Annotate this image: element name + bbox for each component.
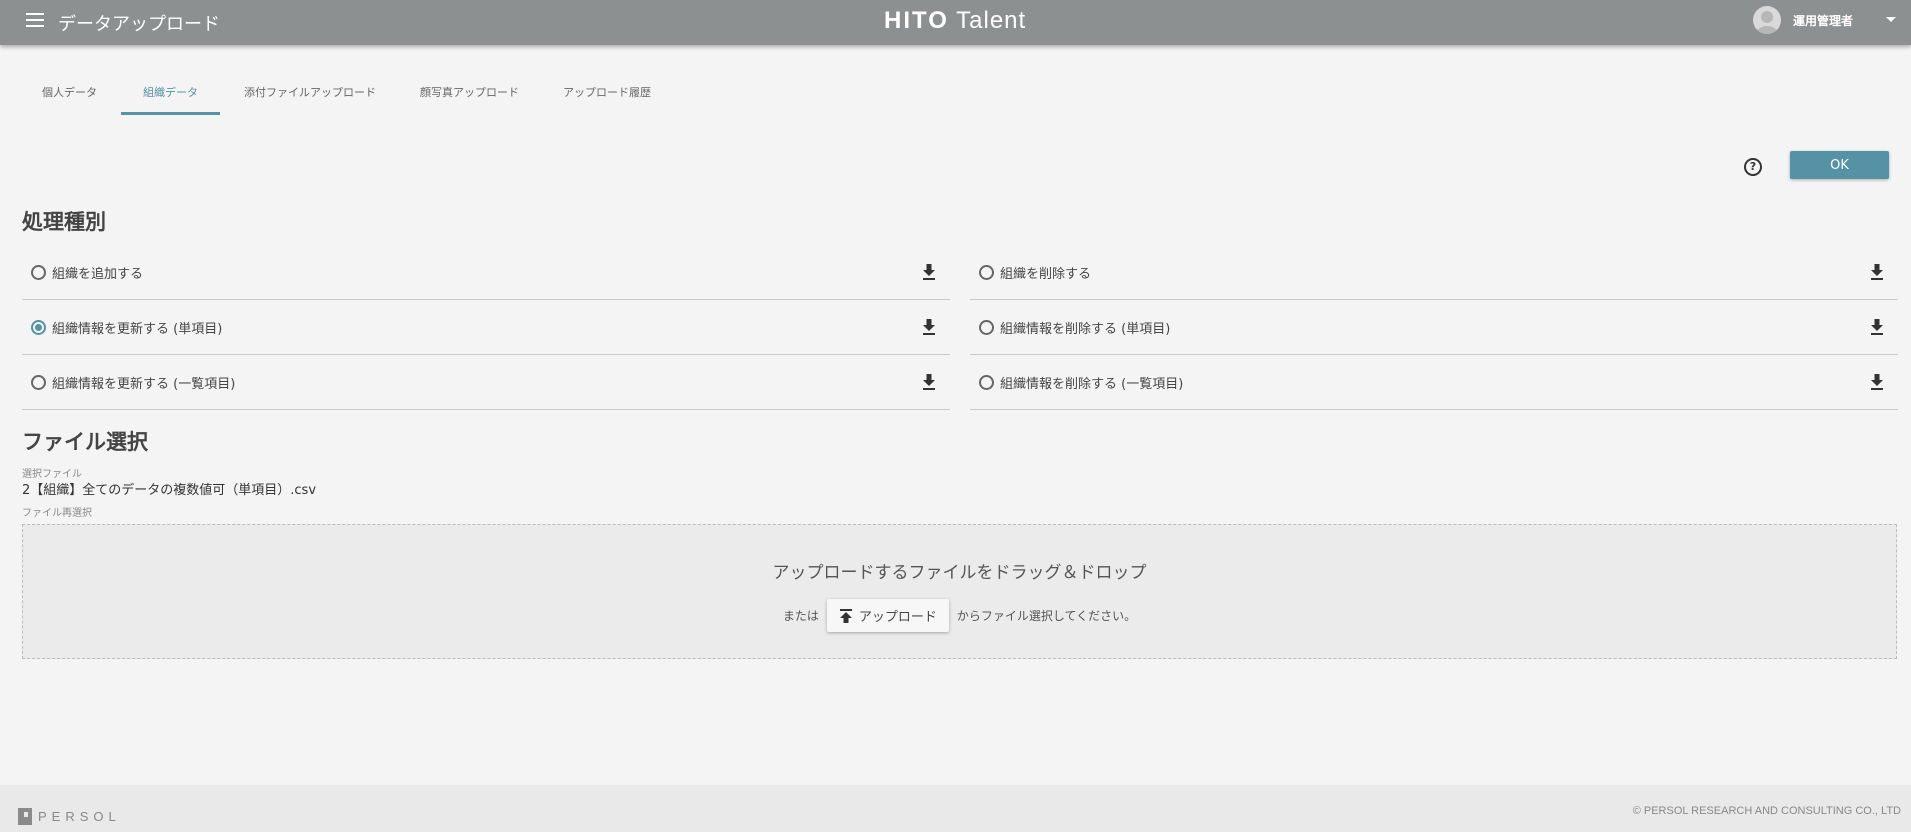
process-type-heading: 処理種別 <box>22 210 106 234</box>
avatar <box>1753 6 1781 34</box>
upload-button-label: アップロード <box>858 610 937 625</box>
process-option[interactable]: 組織情報を削除する (単項目) <box>970 300 1898 355</box>
process-option-label: 組織情報を削除する (単項目) <box>1000 321 1171 337</box>
dropzone-text: アップロードするファイルをドラッグ＆ドロップ <box>772 563 1147 583</box>
tab-bar: 個人データ 組織データ 添付ファイルアップロード 顔写真アップロード アップロー… <box>22 80 675 115</box>
app-header: データアップロード HITO Talent 運用管理者 <box>0 0 1911 45</box>
tab-upload-history[interactable]: アップロード履歴 <box>543 80 671 115</box>
download-icon[interactable] <box>922 374 936 390</box>
process-option-label: 組織を削除する <box>1000 266 1092 282</box>
radio-button[interactable] <box>979 374 994 390</box>
process-options: 組織を追加する 組織を削除する組織情報を更新する (単項目) 組織情報を削除する (… <box>22 245 1898 410</box>
radio-button[interactable] <box>979 264 994 280</box>
page-title: データアップロード <box>58 14 220 35</box>
tab-organization-data[interactable]: 組織データ <box>121 80 220 115</box>
radio-button[interactable] <box>31 374 46 390</box>
radio-button[interactable] <box>31 319 46 335</box>
reselect-label: ファイル再選択 <box>22 508 92 519</box>
download-icon[interactable] <box>1870 264 1884 280</box>
file-dropzone[interactable]: アップロードするファイルをドラッグ＆ドロップ または アップロード からファイル… <box>22 524 1897 659</box>
process-option[interactable]: 組織情報を更新する (単項目) <box>22 300 950 355</box>
process-option[interactable]: 組織を追加する <box>22 245 950 300</box>
radio-button[interactable] <box>979 319 994 335</box>
persol-logo: PERSOL <box>18 808 121 825</box>
selected-file-name: 2【組織】全てのデータの複数値可（単項目）.csv <box>22 483 317 498</box>
download-icon[interactable] <box>1870 319 1884 335</box>
process-option-label: 組織を追加する <box>52 266 144 282</box>
download-icon[interactable] <box>922 319 936 335</box>
upload-button[interactable]: アップロード <box>826 599 949 632</box>
file-select-heading: ファイル選択 <box>22 430 148 454</box>
or-text: または <box>782 609 819 623</box>
process-option[interactable]: 組織情報を削除する (一覧項目) <box>970 355 1898 410</box>
ok-button[interactable]: OK <box>1790 151 1889 179</box>
user-menu[interactable]: 運用管理者 <box>1753 6 1853 34</box>
tab-attachment-upload[interactable]: 添付ファイルアップロード <box>224 80 396 115</box>
hamburger-menu-icon[interactable] <box>26 13 44 27</box>
user-name: 運用管理者 <box>1793 13 1854 28</box>
upload-icon <box>839 608 852 623</box>
download-icon[interactable] <box>922 264 936 280</box>
radio-button[interactable] <box>31 264 46 280</box>
chevron-down-icon[interactable] <box>1886 17 1896 22</box>
footer: PERSOL © PERSOL RESEARCH AND CONSULTING … <box>0 785 1911 832</box>
process-option[interactable]: 組織情報を更新する (一覧項目) <box>22 355 950 410</box>
process-option-label: 組織情報を更新する (一覧項目) <box>52 376 236 392</box>
copyright: © PERSOL RESEARCH AND CONSULTING CO., LT… <box>1632 805 1901 817</box>
process-option[interactable]: 組織を削除する <box>970 245 1898 300</box>
selected-file-label: 選択ファイル <box>22 469 82 480</box>
download-icon[interactable] <box>1870 374 1884 390</box>
upload-suffix-text: からファイル選択してください。 <box>956 609 1137 623</box>
process-option-label: 組織情報を更新する (単項目) <box>52 321 223 337</box>
tab-personal-data[interactable]: 個人データ <box>22 80 117 115</box>
process-option-label: 組織情報を削除する (一覧項目) <box>1000 376 1184 392</box>
help-icon[interactable]: ? <box>1744 158 1762 176</box>
tab-photo-upload[interactable]: 顔写真アップロード <box>400 80 539 115</box>
app-logo: HITO Talent <box>884 7 1027 34</box>
